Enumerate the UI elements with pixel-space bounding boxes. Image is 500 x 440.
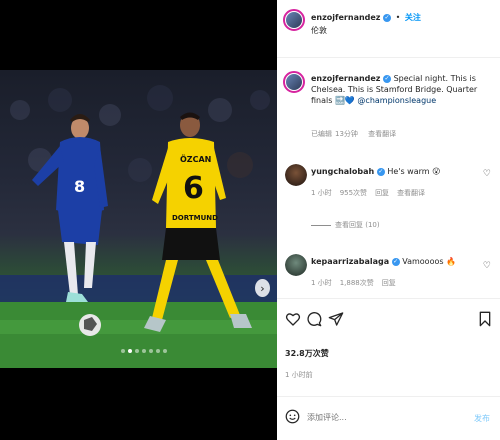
comment-meta: 1 小时 955次赞 回复 查看翻译 (311, 188, 433, 198)
like-button[interactable] (285, 311, 301, 329)
divider (277, 396, 500, 397)
comment-text: Vamoooos 🔥 (402, 257, 457, 266)
chelsea-jersey-number: 8 (74, 177, 85, 196)
comment-avatar[interactable] (285, 164, 307, 186)
comment-reply-button[interactable]: 回复 (382, 279, 396, 287)
divider (277, 57, 500, 58)
verified-icon: ✓ (383, 13, 392, 22)
comment-username[interactable]: kepaarrizabalaga (311, 257, 389, 266)
comment-translate-link[interactable]: 查看翻译 (397, 189, 425, 197)
comment-body: kepaarrizabalaga ✓ Vamoooos 🔥 (311, 257, 456, 266)
caption-meta: 已编辑 13分钟 查看翻译 (311, 129, 404, 139)
commenter-photo (285, 164, 307, 186)
bookmark-icon (479, 311, 491, 327)
caption-mention-link[interactable]: @championsleague (357, 96, 436, 105)
comment-avatar[interactable] (285, 254, 307, 276)
chevron-right-icon: › (260, 281, 265, 295)
header-separator: • (395, 13, 401, 22)
post-header: enzojfernandez ✓ • 关注 (311, 12, 421, 23)
caption-username[interactable]: enzojfernandez (311, 74, 380, 83)
post-time: 1 小时前 (285, 371, 313, 379)
edited-label: 已编辑 (311, 130, 332, 138)
view-replies-label: 查看回复 (10) (335, 221, 380, 229)
comment-time: 1 小时 (311, 189, 332, 197)
carousel-dot (135, 349, 139, 353)
comment-button[interactable] (306, 311, 322, 329)
comment-meta: 1 小时 1,888次赞 回复 (311, 278, 404, 288)
author-username[interactable]: enzojfernandez (311, 13, 380, 22)
follow-button[interactable]: 关注 (405, 13, 421, 22)
save-button[interactable] (478, 311, 492, 329)
comment-body: yungchalobah ✓ He's warm 😮 (311, 167, 440, 176)
comment-likes[interactable]: 1,888次赞 (340, 279, 374, 287)
post-comment-button[interactable]: 发布 (474, 413, 490, 424)
verified-icon: ✓ (391, 257, 400, 266)
dortmund-jersey-sponsor: DORTMUND (172, 214, 218, 222)
caption: enzojfernandez ✓ Special night. This is … (311, 73, 493, 106)
comment-bubble-icon (307, 312, 322, 327)
carousel-next-button[interactable]: › (255, 279, 270, 297)
divider (277, 298, 500, 299)
carousel-dot (163, 349, 167, 353)
comment-input[interactable] (307, 410, 457, 424)
commenter-photo (285, 254, 307, 276)
post-photo[interactable]: 8 ÖZCAN 6 DORTMUND › (0, 70, 277, 368)
carousel-dot (142, 349, 146, 353)
post-location[interactable]: 伦敦 (311, 25, 327, 36)
verified-icon: ✓ (383, 74, 392, 83)
caption-avatar[interactable] (283, 71, 305, 93)
share-button[interactable] (328, 311, 344, 329)
replies-line (311, 224, 331, 226)
comment-likes[interactable]: 955次赞 (340, 189, 367, 197)
paper-plane-icon (328, 312, 344, 326)
comment-text: He's warm 😮 (387, 167, 441, 176)
comment-username[interactable]: yungchalobah (311, 167, 374, 176)
verified-icon: ✓ (376, 167, 385, 176)
view-replies-button[interactable]: 查看回复 (10) (311, 220, 380, 230)
post-media: 8 ÖZCAN 6 DORTMUND › (0, 0, 277, 440)
emoji-button[interactable] (285, 409, 300, 426)
carousel-dot (128, 349, 132, 353)
carousel-dot (149, 349, 153, 353)
heart-icon (285, 313, 301, 326)
carousel-dots (121, 349, 167, 353)
chelsea-player: 8 (32, 114, 108, 302)
comment-like-heart-icon[interactable]: ♡ (483, 261, 491, 271)
post-side-panel: enzojfernandez ✓ • 关注 伦敦 enzojfernandez … (277, 0, 500, 440)
caption-time: 13分钟 (335, 130, 358, 138)
like-count[interactable]: 32.8万次赞 (285, 348, 329, 359)
caption-translate-link[interactable]: 查看翻译 (368, 130, 396, 138)
author-avatar[interactable] (283, 9, 305, 31)
dortmund-jersey-number: 6 (183, 171, 204, 206)
match-photo-illustration: 8 ÖZCAN 6 DORTMUND (0, 85, 277, 368)
carousel-dot (121, 349, 125, 353)
comment-like-heart-icon[interactable]: ♡ (483, 169, 491, 179)
smiley-icon (285, 409, 300, 424)
comment-time: 1 小时 (311, 279, 332, 287)
comment-reply-button[interactable]: 回复 (375, 189, 389, 197)
dortmund-player-name: ÖZCAN (180, 154, 211, 164)
carousel-dot (156, 349, 160, 353)
